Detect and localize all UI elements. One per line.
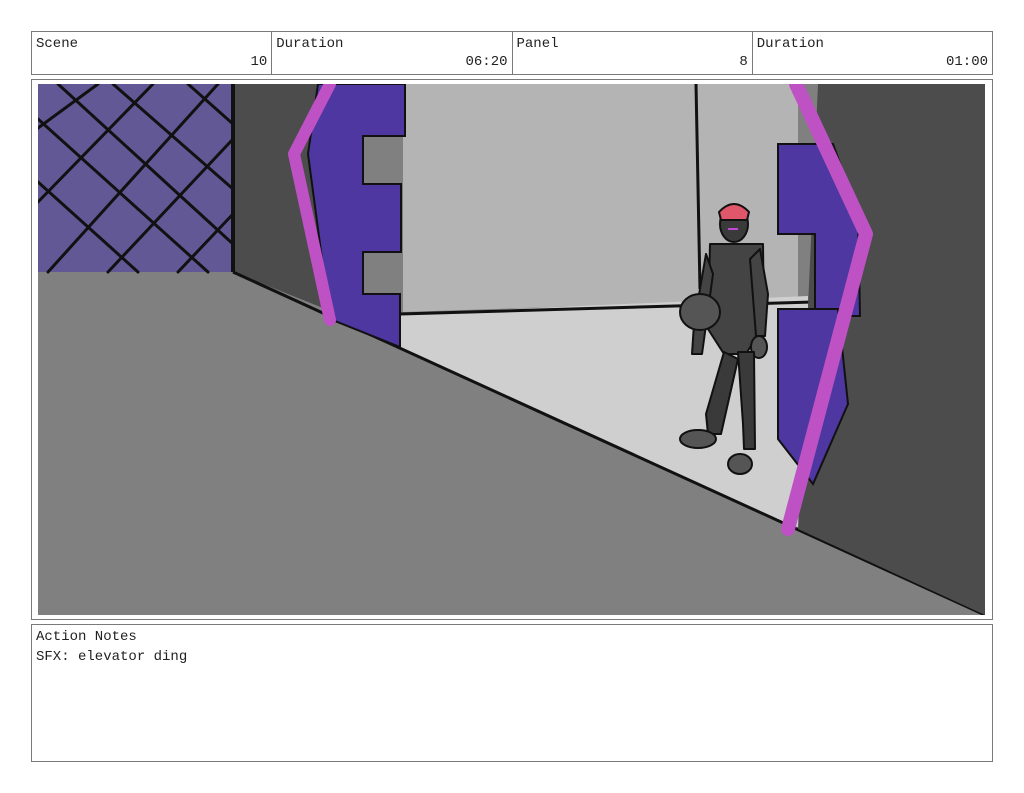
scene-duration-value: 06:20 — [465, 54, 508, 70]
elevator-scene-illustration — [38, 84, 985, 615]
scene-number: 10 — [250, 54, 268, 70]
action-notes-title: Action Notes — [36, 629, 137, 645]
scene-duration-cell: Duration 06:20 — [272, 32, 513, 74]
lattice-window — [38, 84, 235, 274]
panel-duration-value: 01:00 — [945, 54, 988, 70]
panel-label: Panel — [516, 36, 559, 52]
scene-label: Scene — [36, 36, 79, 52]
scene-duration-label: Duration — [276, 36, 344, 52]
action-notes-box: Action Notes SFX: elevator ding — [31, 624, 993, 762]
action-notes-text: SFX: elevator ding — [36, 649, 188, 665]
panel-duration-label: Duration — [756, 36, 824, 52]
storyboard-header: Scene 10 Duration 06:20 Panel 8 Duration… — [31, 31, 993, 75]
panel-artwork — [38, 84, 985, 615]
panel-cell: Panel 8 — [513, 32, 753, 74]
panel-duration-cell: Duration 01:00 — [753, 32, 992, 74]
panel-number: 8 — [739, 54, 748, 70]
scene-cell: Scene 10 — [32, 32, 273, 74]
